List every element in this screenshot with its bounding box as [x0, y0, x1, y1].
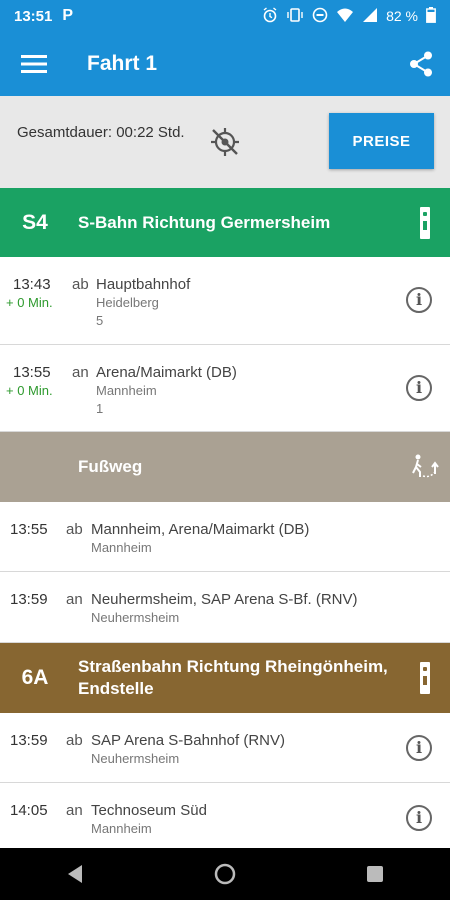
stop-name: Neuhermsheim, SAP Arena S-Bf. (RNV)	[91, 591, 358, 608]
stop-time: 13:59	[10, 591, 48, 608]
stop-type: ab	[72, 276, 89, 293]
leg-direction: Fußweg	[78, 457, 143, 476]
stop-name: Technoseum Süd	[91, 802, 207, 819]
stop-time: 13:55	[13, 364, 51, 381]
stop-type: an	[72, 364, 89, 381]
back-icon[interactable]	[55, 854, 95, 894]
stop-name: SAP Arena S-Bahnhof (RNV)	[91, 732, 285, 749]
stop-type: an	[66, 591, 83, 608]
system-nav-bar	[0, 848, 450, 900]
signal-icon	[362, 7, 378, 26]
stop-row[interactable]: 13:59 ab SAP Arena S-Bahnhof (RNV) Neuhe…	[0, 713, 450, 783]
leg-direction: S-Bahn Richtung Germersheim	[78, 212, 331, 232]
info-icon[interactable]: i	[406, 805, 432, 831]
vibrate-icon	[286, 7, 304, 26]
stop-type: an	[66, 802, 83, 819]
stop-row[interactable]: 14:05 an Technoseum Süd Mannheim i	[0, 783, 450, 848]
preise-button[interactable]: PREISE	[329, 113, 434, 169]
stop-city: Mannheim	[96, 383, 157, 398]
stop-city: Mannheim	[91, 821, 152, 836]
total-duration: Gesamtdauer: 00:22 Std.	[17, 124, 185, 141]
stop-row[interactable]: 13:59 an Neuhermsheim, SAP Arena S-Bf. (…	[0, 572, 450, 643]
stop-platform: 5	[96, 313, 104, 328]
status-time: 13:51	[14, 7, 53, 25]
stop-row[interactable]: 13:55 + 0 Min. an Arena/Maimarkt (DB) Ma…	[0, 345, 450, 432]
wifi-icon	[336, 7, 354, 26]
leg-header-walk[interactable]: Fußweg	[0, 432, 450, 502]
stop-platform: 1	[96, 401, 104, 416]
stop-city: Neuhermsheim	[91, 610, 180, 625]
tram-icon	[400, 662, 450, 694]
stop-name: Arena/Maimarkt (DB)	[96, 364, 237, 381]
battery-percent: 82 %	[386, 8, 418, 24]
line-number: 6A	[21, 666, 49, 689]
stop-time: 13:43	[13, 276, 51, 293]
alarm-icon	[262, 6, 278, 26]
stop-delay: + 0 Min.	[6, 295, 53, 310]
info-icon[interactable]: i	[406, 375, 432, 401]
app-bar: Fahrt 1	[0, 32, 450, 96]
stop-type: ab	[66, 732, 83, 749]
status-bar: 13:51 P 82 %	[0, 0, 450, 32]
walk-icon	[400, 454, 450, 480]
leg-header-6a[interactable]: 6A Straßenbahn Richtung Rheingönheim, En…	[0, 643, 450, 713]
stop-city: Heidelberg	[96, 295, 159, 310]
battery-icon	[426, 6, 436, 26]
page-title: Fahrt 1	[87, 52, 158, 75]
stop-time: 13:59	[10, 732, 48, 749]
location-off-icon[interactable]	[209, 126, 241, 163]
stop-city: Neuhermsheim	[91, 751, 180, 766]
stop-time: 14:05	[10, 802, 48, 819]
stop-delay: + 0 Min.	[6, 383, 53, 398]
stop-row[interactable]: 13:55 ab Mannheim, Arena/Maimarkt (DB) M…	[0, 502, 450, 572]
home-icon[interactable]	[205, 854, 245, 894]
stop-time: 13:55	[10, 521, 48, 538]
stop-row[interactable]: 13:43 + 0 Min. ab Hauptbahnhof Heidelber…	[0, 257, 450, 345]
leg-direction: Straßenbahn Richtung Rheingönheim, Endst…	[78, 657, 388, 698]
leg-header-s4[interactable]: S4 S-Bahn Richtung Germersheim	[0, 188, 450, 257]
stop-name: Mannheim, Arena/Maimarkt (DB)	[91, 521, 310, 538]
stop-name: Hauptbahnhof	[96, 276, 191, 293]
parking-app-indicator: P	[62, 7, 74, 24]
info-icon[interactable]: i	[406, 735, 432, 761]
train-icon	[400, 206, 450, 239]
share-icon[interactable]	[392, 32, 450, 96]
stop-city: Mannheim	[91, 540, 152, 555]
menu-icon[interactable]	[0, 32, 68, 96]
stop-type: ab	[66, 521, 83, 538]
recents-icon[interactable]	[355, 854, 395, 894]
info-icon[interactable]: i	[406, 287, 432, 313]
line-number: S4	[22, 210, 48, 234]
dnd-icon	[312, 7, 328, 26]
